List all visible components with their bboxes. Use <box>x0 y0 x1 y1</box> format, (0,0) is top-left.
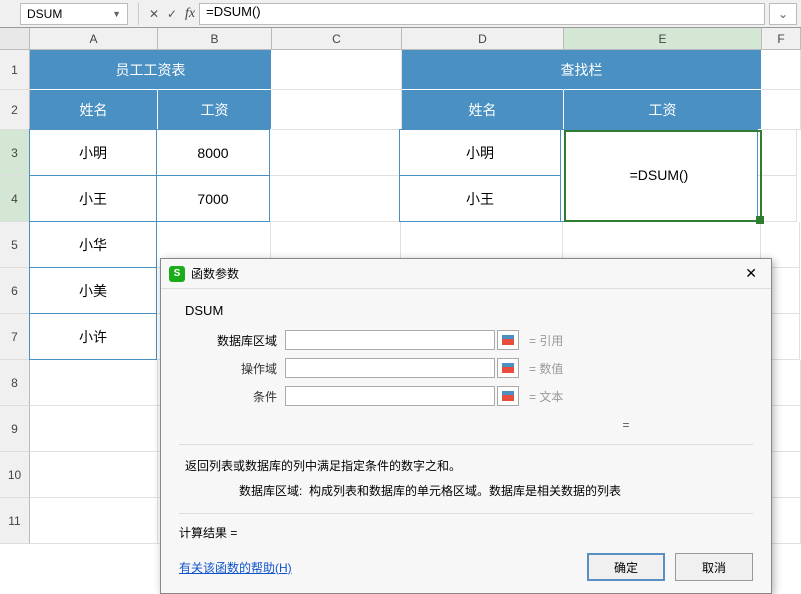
name-box-value: DSUM <box>27 7 62 21</box>
cell-A2[interactable]: 姓名 <box>30 90 158 130</box>
param-hint: = 数值 <box>529 360 563 377</box>
help-link[interactable]: 有关该函数的帮助(H) <box>179 559 292 576</box>
cell-C4[interactable] <box>270 176 400 222</box>
cell-F1[interactable] <box>762 50 801 90</box>
row-header-7[interactable]: 7 <box>0 314 30 360</box>
cell-A10[interactable] <box>30 452 158 498</box>
row-header-3[interactable]: 3 <box>0 130 30 176</box>
cell-E4[interactable]: =DSUM() <box>560 175 758 222</box>
param-input-field[interactable] <box>285 358 495 378</box>
param-input-database[interactable] <box>285 330 495 350</box>
close-button[interactable]: ✕ <box>739 263 763 284</box>
col-header-A[interactable]: A <box>30 28 158 49</box>
cell-C3[interactable] <box>270 130 400 176</box>
cell-E2[interactable]: 工资 <box>564 90 762 130</box>
cell-A6[interactable]: 小美 <box>29 267 157 314</box>
dialog-title: 函数参数 <box>191 265 239 282</box>
cell-A8[interactable] <box>30 360 158 406</box>
row-header-11[interactable]: 11 <box>0 498 30 544</box>
cell-B4[interactable]: 7000 <box>156 175 270 222</box>
column-headers: A B C D E F <box>0 28 801 50</box>
row-header-10[interactable]: 10 <box>0 452 30 498</box>
col-header-C[interactable]: C <box>272 28 402 49</box>
cancel-formula-button[interactable]: ✕ <box>145 7 163 21</box>
param-input-criteria[interactable] <box>285 386 495 406</box>
name-box-dropdown-icon[interactable]: ▼ <box>112 9 121 19</box>
param-label: 数据库区域 <box>179 332 285 349</box>
fx-icon[interactable]: fx <box>185 6 195 22</box>
cell-E1[interactable]: 查找栏 <box>564 50 762 90</box>
cell-A11[interactable] <box>30 498 158 544</box>
cell-D2[interactable]: 姓名 <box>402 90 564 130</box>
cell-C2[interactable] <box>272 90 402 130</box>
param-label: 条件 <box>179 388 285 405</box>
cell-A9[interactable] <box>30 406 158 452</box>
col-header-B[interactable]: B <box>158 28 272 49</box>
param-row-field: 操作域 = 数值 <box>179 356 753 380</box>
formula-bar: DSUM ▼ ✕ ✓ fx =DSUM() ⌄ <box>0 0 801 28</box>
param-hint: = 文本 <box>529 388 563 405</box>
calculation-result: 计算结果 = <box>179 513 753 541</box>
col-header-D[interactable]: D <box>402 28 564 49</box>
cell-B2[interactable]: 工资 <box>158 90 272 130</box>
cell-D3[interactable]: 小明 <box>399 129 561 176</box>
cell-B1[interactable]: 员工工资表 <box>158 50 272 90</box>
cell-A4[interactable]: 小王 <box>29 175 157 222</box>
row-header-1[interactable]: 1 <box>0 50 30 90</box>
cell-F4[interactable] <box>758 176 797 222</box>
function-description: 返回列表或数据库的列中满足指定条件的数字之和。 <box>185 457 753 474</box>
range-picker-icon <box>502 363 514 373</box>
param-row-database: 数据库区域 = 引用 <box>179 328 753 352</box>
row-headers: 1 2 3 4 5 6 7 8 9 10 11 <box>0 50 30 544</box>
cell-A3[interactable]: 小明 <box>29 129 157 176</box>
formula-input[interactable]: =DSUM() <box>199 3 765 25</box>
function-arguments-dialog: S 函数参数 ✕ DSUM 数据库区域 = 引用 操作域 = 数值 条件 = 文… <box>160 258 772 594</box>
cell-B3[interactable]: 8000 <box>156 129 270 176</box>
cell-F2[interactable] <box>762 90 801 130</box>
row-header-8[interactable]: 8 <box>0 360 30 406</box>
range-picker-button[interactable] <box>497 358 519 378</box>
name-box[interactable]: DSUM ▼ <box>20 3 128 25</box>
confirm-formula-button[interactable]: ✓ <box>163 7 181 21</box>
cell-F3[interactable] <box>758 130 797 176</box>
range-picker-button[interactable] <box>497 386 519 406</box>
param-description: 数据库区域: 构成列表和数据库的单元格区域。数据库是相关数据的列表 <box>239 482 753 499</box>
chevron-down-icon: ⌄ <box>778 7 788 21</box>
row-header-4[interactable]: 4 <box>0 176 30 222</box>
divider <box>138 3 139 25</box>
param-hint: = 引用 <box>529 332 563 349</box>
range-picker-icon <box>502 391 514 401</box>
wps-logo-icon: S <box>169 266 185 282</box>
col-header-E[interactable]: E <box>564 28 762 49</box>
result-preview-equals: = <box>499 418 753 432</box>
ok-button[interactable]: 确定 <box>587 553 665 581</box>
row-header-5[interactable]: 5 <box>0 222 30 268</box>
cell-C1[interactable] <box>272 50 402 90</box>
function-name: DSUM <box>185 303 753 318</box>
range-picker-icon <box>502 335 514 345</box>
range-picker-button[interactable] <box>497 330 519 350</box>
cell-D4[interactable]: 小王 <box>399 175 561 222</box>
row-header-9[interactable]: 9 <box>0 406 30 452</box>
param-row-criteria: 条件 = 文本 <box>179 384 753 408</box>
select-all-corner[interactable] <box>0 28 30 49</box>
param-label: 操作域 <box>179 360 285 377</box>
cell-A5[interactable]: 小华 <box>29 221 157 268</box>
cell-A7[interactable]: 小许 <box>29 313 157 360</box>
row-header-6[interactable]: 6 <box>0 268 30 314</box>
expand-formula-button[interactable]: ⌄ <box>769 3 797 25</box>
row-header-2[interactable]: 2 <box>0 90 30 130</box>
cancel-button[interactable]: 取消 <box>675 553 753 581</box>
col-header-F[interactable]: F <box>762 28 801 49</box>
dialog-titlebar[interactable]: S 函数参数 ✕ <box>161 259 771 289</box>
